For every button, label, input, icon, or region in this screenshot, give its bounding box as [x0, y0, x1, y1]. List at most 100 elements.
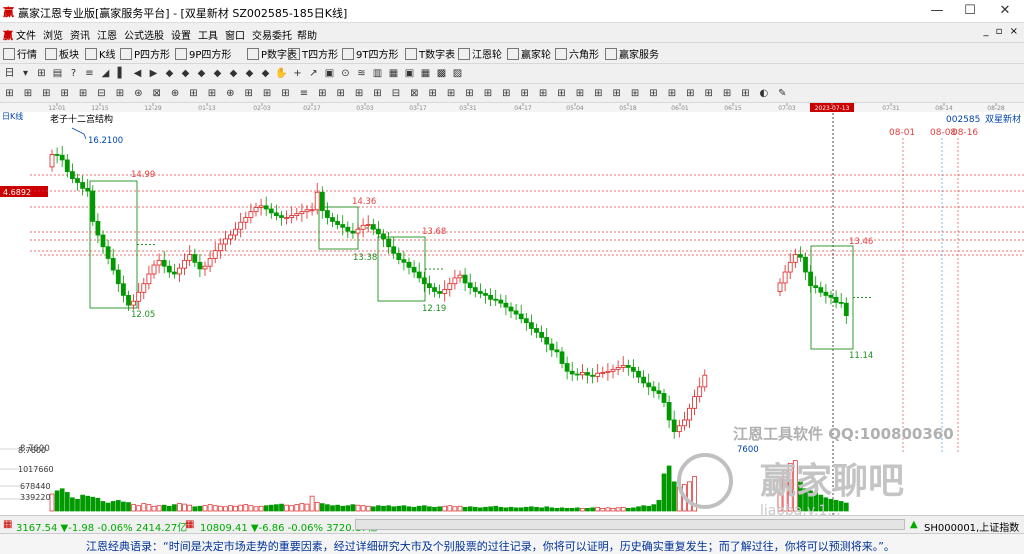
analysis-tool-icon[interactable]: ⊞ — [334, 87, 347, 100]
analysis-tool-icon[interactable]: ⊞ — [610, 87, 623, 100]
mdi-controls[interactable]: _ ▫ × — [983, 26, 1020, 37]
toolbar-wheel-button[interactable]: 江恩轮 — [458, 46, 502, 61]
analysis-tool-icon[interactable]: ⊞ — [629, 87, 642, 100]
analysis-tool-icon[interactable]: ⊞ — [500, 87, 513, 100]
toolbar-hexagon-button[interactable]: 六角形 — [555, 46, 599, 61]
analysis-tool-icon[interactable]: ⊞ — [261, 87, 274, 100]
analysis-tool-icon[interactable]: ⊞ — [279, 87, 292, 100]
analysis-tool-icon[interactable]: ⊞ — [463, 87, 476, 100]
draw-tool-icon[interactable]: ? — [67, 67, 80, 80]
draw-tool-icon[interactable]: + — [291, 67, 304, 80]
menu-gann[interactable]: 江恩 — [97, 27, 117, 42]
menu-browse[interactable]: 浏览 — [43, 27, 63, 42]
analysis-tool-icon[interactable]: ⊞ — [113, 87, 126, 100]
analysis-tool-icon[interactable]: ⊞ — [647, 87, 660, 100]
analysis-tool-icon[interactable]: ⊞ — [684, 87, 697, 100]
draw-tool-icon[interactable]: ▶ — [147, 67, 160, 80]
analysis-tool-icon[interactable]: ◐ — [757, 87, 770, 100]
analysis-tool-icon[interactable]: ⊞ — [205, 87, 218, 100]
analysis-tool-icon[interactable]: ⊞ — [518, 87, 531, 100]
draw-tool-icon[interactable]: ▾ — [19, 67, 32, 80]
analysis-tool-icon[interactable]: ⊞ — [445, 87, 458, 100]
toolbar-grid-button[interactable]: 行情 — [3, 46, 37, 61]
analysis-tool-icon[interactable]: ⊞ — [537, 87, 550, 100]
draw-tool-icon[interactable]: ◢ — [99, 67, 112, 80]
draw-tool-icon[interactable]: 日 — [3, 67, 16, 80]
draw-tool-icon[interactable]: ✋ — [275, 67, 288, 80]
draw-tool-icon[interactable]: ≋ — [355, 67, 368, 80]
analysis-tool-icon[interactable]: ⊞ — [702, 87, 715, 100]
analysis-tool-icon[interactable]: ⊞ — [721, 87, 734, 100]
analysis-tool-icon[interactable]: ⊞ — [58, 87, 71, 100]
menu-settings[interactable]: 设置 — [171, 27, 191, 42]
analysis-tool-icon[interactable]: ⊞ — [573, 87, 586, 100]
draw-tool-icon[interactable]: ◆ — [179, 67, 192, 80]
draw-tool-icon[interactable]: ▦ — [419, 67, 432, 80]
toolbar-square-button[interactable]: 9T四方形 — [342, 46, 398, 61]
close-button[interactable]: ✕ — [990, 3, 1020, 19]
menu-help[interactable]: 帮助 — [297, 27, 317, 42]
toolbar-table-button[interactable]: T数字表 — [405, 46, 455, 61]
maximize-button[interactable]: ☐ — [955, 3, 985, 19]
analysis-tool-icon[interactable]: ⊠ — [150, 87, 163, 100]
analysis-tool-icon[interactable]: ⊛ — [132, 87, 145, 100]
analysis-tool-icon[interactable]: ⊞ — [187, 87, 200, 100]
menu-news[interactable]: 资讯 — [70, 27, 90, 42]
analysis-tool-icon[interactable]: ⊞ — [40, 87, 53, 100]
draw-tool-icon[interactable]: ◆ — [243, 67, 256, 80]
analysis-tool-icon[interactable]: ⊞ — [592, 87, 605, 100]
toolbar-service-button[interactable]: 赢家服务 — [605, 46, 659, 61]
draw-tool-icon[interactable]: ◆ — [259, 67, 272, 80]
draw-tool-icon[interactable]: ↗ — [307, 67, 320, 80]
toolbar-wheel-button[interactable]: 赢家轮 — [507, 46, 551, 61]
analysis-tool-icon[interactable]: ⊞ — [242, 87, 255, 100]
analysis-tool-icon[interactable]: ⊞ — [665, 87, 678, 100]
analysis-tool-icon[interactable]: ⊟ — [389, 87, 402, 100]
horizontal-scrollbar[interactable] — [355, 519, 905, 530]
analysis-tool-icon[interactable]: ⊞ — [316, 87, 329, 100]
toolbar-blocks-button[interactable]: 板块 — [45, 46, 79, 61]
draw-tool-icon[interactable]: ▨ — [451, 67, 464, 80]
index-selector[interactable]: SH000001,上证指数 — [924, 519, 1019, 534]
menu-formula-select[interactable]: 公式选股 — [124, 27, 164, 42]
analysis-tool-icon[interactable]: ⊞ — [21, 87, 34, 100]
analysis-tool-icon[interactable]: ⊟ — [95, 87, 108, 100]
draw-tool-icon[interactable]: ▤ — [51, 67, 64, 80]
analysis-tool-icon[interactable]: ✎ — [776, 87, 789, 100]
analysis-tool-icon[interactable]: ⊠ — [408, 87, 421, 100]
analysis-tool-icon[interactable]: ⊕ — [224, 87, 237, 100]
toolbar-square-button[interactable]: T四方形 — [288, 46, 338, 61]
draw-tool-icon[interactable]: ⊞ — [35, 67, 48, 80]
draw-tool-icon[interactable]: ▩ — [435, 67, 448, 80]
toolbar-square-button[interactable]: 9P四方形 — [175, 46, 231, 61]
analysis-tool-icon[interactable]: ⊕ — [169, 87, 182, 100]
draw-tool-icon[interactable]: ≡ — [83, 67, 96, 80]
chart-area[interactable]: 12-01 12-15 12-29 01-13 02-03 02-17 03-03 03-17… — [0, 103, 1024, 519]
analysis-tool-icon[interactable]: ≡ — [297, 87, 310, 100]
draw-tool-icon[interactable]: ◆ — [227, 67, 240, 80]
analysis-tool-icon[interactable]: ⊞ — [371, 87, 384, 100]
toolbar-square-button[interactable]: P四方形 — [120, 46, 170, 61]
analysis-tool-icon[interactable]: ⊞ — [3, 87, 16, 100]
draw-tool-icon[interactable]: ◆ — [211, 67, 224, 80]
draw-tool-icon[interactable]: ▦ — [387, 67, 400, 80]
menu-tools[interactable]: 工具 — [198, 27, 218, 42]
toolbar-candle-button[interactable]: K线 — [85, 46, 116, 61]
draw-tool-icon[interactable]: ◆ — [195, 67, 208, 80]
minimize-button[interactable]: — — [922, 3, 952, 19]
analysis-tool-icon[interactable]: ⊞ — [353, 87, 366, 100]
menu-window[interactable]: 窗口 — [225, 27, 245, 42]
analysis-tool-icon[interactable]: ⊞ — [555, 87, 568, 100]
menu-trade[interactable]: 交易委托 — [252, 27, 292, 42]
draw-tool-icon[interactable]: ▣ — [403, 67, 416, 80]
draw-tool-icon[interactable]: ◆ — [163, 67, 176, 80]
analysis-tool-icon[interactable]: ⊞ — [739, 87, 752, 100]
menu-file[interactable]: 文件 — [16, 27, 36, 42]
draw-tool-icon[interactable]: ▣ — [323, 67, 336, 80]
kline-chart[interactable]: 12-01 12-15 12-29 01-13 02-03 02-17 03-03 03-17… — [0, 103, 1024, 519]
analysis-tool-icon[interactable]: ⊞ — [481, 87, 494, 100]
analysis-tool-icon[interactable]: ⊞ — [426, 87, 439, 100]
draw-tool-icon[interactable]: ⊙ — [339, 67, 352, 80]
draw-tool-icon[interactable]: ◀ — [131, 67, 144, 80]
analysis-tool-icon[interactable]: ⊞ — [77, 87, 90, 100]
